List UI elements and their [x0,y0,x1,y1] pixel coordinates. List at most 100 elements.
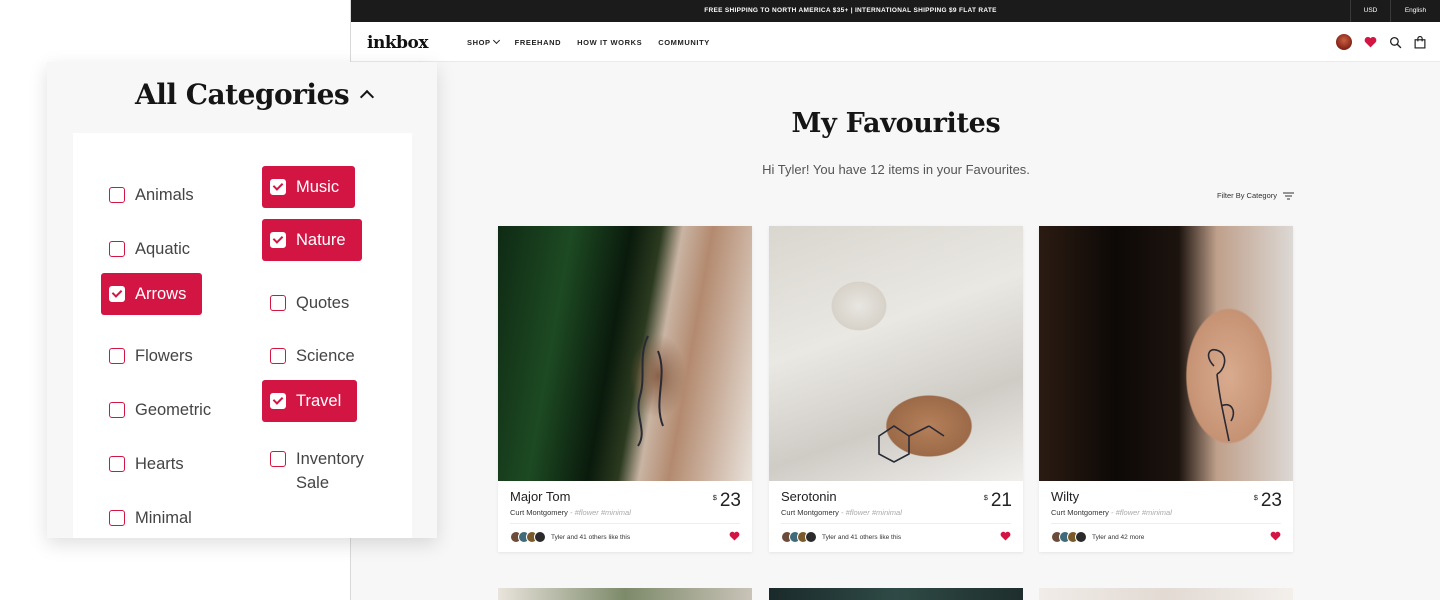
likers-row: Tyler and 41 others like this [510,531,630,543]
checkbox[interactable] [109,510,125,526]
currency-symbol: $ [712,493,717,502]
product-card[interactable]: Serotonin Curt Montgomery - #flower #min… [769,226,1023,552]
checkbox[interactable] [109,402,125,418]
product-price: $23 [1254,490,1282,512]
favourite-heart-icon[interactable] [729,531,740,541]
checkbox[interactable] [270,295,286,311]
likes-text: Tyler and 42 more [1092,533,1145,541]
category-panel-title[interactable]: All Categories [135,78,350,111]
language-selector[interactable]: English [1390,0,1440,22]
checkbox[interactable] [109,241,125,257]
avatar[interactable] [1336,34,1352,50]
nav-item-label: HOW IT WORKS [577,37,643,47]
product-photo[interactable] [1039,226,1293,481]
checkbox[interactable] [270,451,286,467]
category-option-travel[interactable]: Travel [262,380,358,422]
category-option-arrows[interactable]: Arrows [101,273,203,315]
category-label: Quotes [296,294,350,312]
tattoo-drawing [878,425,945,463]
category-option-nature[interactable]: Nature [262,219,362,261]
nav-actions [1336,34,1426,50]
product-card[interactable]: Major Tom Curt Montgomery - #flower #min… [498,226,752,552]
checkbox[interactable] [109,348,125,364]
filter-by-category-button[interactable]: Filter By Category [1217,191,1294,200]
product-tags: - #flower #minimal [570,508,631,517]
category-option-flowers[interactable]: Flowers [101,335,201,377]
checkbox-checked[interactable] [270,232,286,248]
product-name[interactable]: Serotonin [781,489,837,504]
category-label: Minimal [135,509,192,527]
category-option-science[interactable]: Science [262,335,363,377]
website-window: FREE SHIPPING TO NORTH AMERICA $35+ | IN… [350,0,1440,600]
product-price: $21 [984,490,1012,512]
category-list: Animals Aquatic Arrows Flowers Geometric… [73,133,412,538]
filter-label: Filter By Category [1216,191,1277,200]
announcement-bar: FREE SHIPPING TO NORTH AMERICA $35+ | IN… [351,0,1440,22]
checkbox-checked[interactable] [270,179,286,195]
category-option-animals[interactable]: Animals [101,174,202,216]
product-card-partial[interactable] [769,588,1023,600]
checkbox-checked[interactable] [109,286,125,302]
liker-avatar [1075,531,1087,543]
liker-avatar [805,531,817,543]
product-photo[interactable] [498,226,752,481]
category-filter-panel: All Categories Animals Aquatic Arrows Fl… [47,62,437,538]
product-artist: Curt Montgomery - #flower #minimal [510,508,631,517]
checkbox-checked[interactable] [270,393,286,409]
category-option-aquatic[interactable]: Aquatic [101,228,198,270]
category-option-inventory-sale[interactable]: Inventory Sale [262,438,382,504]
checkbox[interactable] [109,187,125,203]
category-option-geometric[interactable]: Geometric [101,389,219,431]
card-divider [510,523,740,524]
likes-text: Tyler and 41 others like this [822,533,902,541]
screenshot-stage: FREE SHIPPING TO NORTH AMERICA $35+ | IN… [0,0,1440,600]
nav-item-how-it-works[interactable]: HOW IT WORKS [577,38,642,47]
price-value: 23 [1260,490,1282,511]
price-value: 21 [990,490,1012,511]
chevron-up-icon[interactable] [359,89,375,105]
favourite-heart-icon[interactable] [1000,531,1011,541]
category-label: Travel [296,392,342,410]
product-card[interactable]: Wilty Curt Montgomery - #flower #minimal… [1039,226,1293,552]
shipping-promo: FREE SHIPPING TO NORTH AMERICA $35+ | IN… [704,7,997,14]
nav-item-shop[interactable]: SHOP [467,36,500,47]
nav-item-community[interactable]: COMMUNITY [658,38,710,47]
category-option-music[interactable]: Music [262,166,356,208]
category-option-minimal[interactable]: Minimal [101,497,200,539]
category-label: Nature [296,231,346,249]
tattoo-drawing [1207,348,1235,442]
product-card-partial[interactable] [1039,588,1293,600]
nav-item-label: COMMUNITY [658,37,710,47]
product-card-partial[interactable] [498,588,752,600]
nav-item-freehand[interactable]: FREEHAND [515,38,561,47]
artist-name[interactable]: Curt Montgomery [1051,508,1109,517]
artist-name[interactable]: Curt Montgomery [781,508,839,517]
favourites-greeting: Hi Tyler! You have 12 items in your Favo… [762,162,1030,177]
heart-icon[interactable] [1364,36,1377,48]
inkbox-logo[interactable]: inkbox [367,33,428,53]
product-name[interactable]: Major Tom [510,489,570,504]
search-icon[interactable] [1389,36,1402,49]
chevron-down-icon [492,36,500,45]
favourite-heart-icon[interactable] [1270,531,1281,541]
checkbox[interactable] [270,348,286,364]
bag-icon[interactable] [1414,35,1426,49]
category-label: Aquatic [135,240,191,258]
card-divider [781,523,1011,524]
currency-selector[interactable]: USD [1350,0,1390,22]
checkbox[interactable] [109,456,125,472]
category-option-hearts[interactable]: Hearts [101,443,192,485]
category-option-quotes[interactable]: Quotes [262,282,357,324]
main-nav: inkbox SHOP FREEHAND HOW IT WORKS COMMUN… [351,22,1440,62]
category-label: Music [296,178,340,196]
product-artist: Curt Montgomery - #flower #minimal [781,508,902,517]
price-value: 23 [719,490,741,511]
category-label: Hearts [135,455,184,473]
artist-name[interactable]: Curt Montgomery [510,508,568,517]
filter-icon [1283,192,1294,199]
product-name[interactable]: Wilty [1051,489,1079,504]
product-photo[interactable] [769,226,1023,481]
likers-row: Tyler and 42 more [1051,531,1144,543]
page-title: My Favourites [791,108,1001,139]
product-price: $23 [713,490,741,512]
